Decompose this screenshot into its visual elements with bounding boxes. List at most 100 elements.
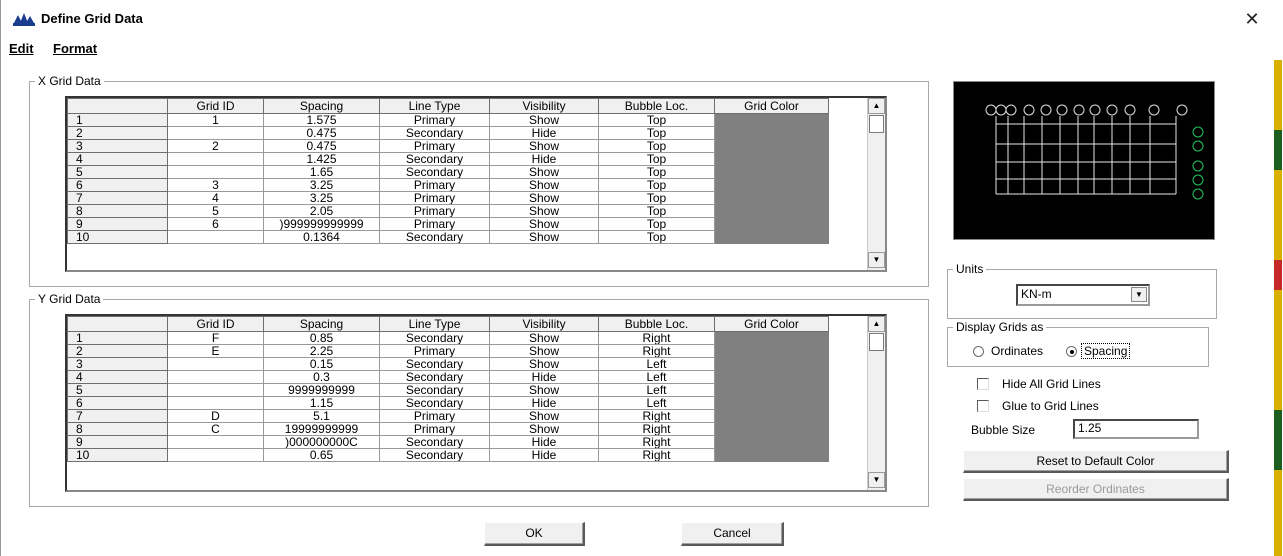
- grid-cell[interactable]: Left: [598, 357, 715, 371]
- grid-cell[interactable]: Secondary: [379, 357, 490, 371]
- column-header[interactable]: Grid Color: [714, 98, 829, 114]
- grid-cell[interactable]: Top: [598, 113, 715, 127]
- grid-cell[interactable]: Secondary: [379, 370, 490, 384]
- grid-color-cell[interactable]: [714, 435, 829, 449]
- grid-cell[interactable]: 0.15: [263, 357, 380, 371]
- grid-cell[interactable]: Show: [489, 331, 599, 345]
- table-row[interactable]: 8 C 19999999999 Primary Show Right: [67, 422, 829, 436]
- grid-color-cell[interactable]: [714, 409, 829, 423]
- grid-color-cell[interactable]: [714, 126, 829, 140]
- grid-color-cell[interactable]: [714, 113, 829, 127]
- ok-button[interactable]: OK: [484, 522, 585, 546]
- grid-cell[interactable]: 19999999999: [263, 422, 380, 436]
- scroll-thumb[interactable]: [869, 333, 884, 351]
- table-row[interactable]: 7 D 5.1 Primary Show Right: [67, 409, 829, 423]
- grid-cell[interactable]: Secondary: [379, 448, 490, 462]
- grid-cell[interactable]: Secondary: [379, 230, 490, 244]
- table-row[interactable]: 10 0.65 Secondary Hide Right: [67, 448, 829, 462]
- grid-cell[interactable]: Secondary: [379, 126, 490, 140]
- grid-cell[interactable]: Top: [598, 204, 715, 218]
- grid-cell[interactable]: 5.1: [263, 409, 380, 423]
- grid-color-cell[interactable]: [714, 344, 829, 358]
- grid-cell[interactable]: D: [167, 409, 264, 423]
- grid-cell[interactable]: Show: [489, 191, 599, 205]
- column-header[interactable]: Spacing: [263, 98, 380, 114]
- grid-color-cell[interactable]: [714, 165, 829, 179]
- grid-cell[interactable]: Right: [598, 344, 715, 358]
- grid-cell[interactable]: 1.425: [263, 152, 380, 166]
- table-row[interactable]: 8 5 2.05 Primary Show Top: [67, 204, 829, 218]
- grid-cell[interactable]: [167, 370, 264, 384]
- grid-cell[interactable]: [167, 383, 264, 397]
- grid-cell[interactable]: Secondary: [379, 331, 490, 345]
- grid-cell[interactable]: Hide: [489, 126, 599, 140]
- grid-cell[interactable]: Top: [598, 165, 715, 179]
- grid-cell[interactable]: Primary: [379, 204, 490, 218]
- column-header[interactable]: [67, 98, 168, 114]
- spacing-label[interactable]: Spacing: [1081, 343, 1131, 359]
- grid-color-cell[interactable]: [714, 448, 829, 462]
- grid-cell[interactable]: Secondary: [379, 165, 490, 179]
- table-row[interactable]: 3 2 0.475 Primary Show Top: [67, 139, 829, 153]
- grid-cell[interactable]: 3.25: [263, 191, 380, 205]
- grid-color-cell[interactable]: [714, 370, 829, 384]
- grid-cell[interactable]: [167, 230, 264, 244]
- grid-cell[interactable]: Primary: [379, 344, 490, 358]
- grid-cell[interactable]: )000000000C: [263, 435, 380, 449]
- table-row[interactable]: 5 9999999999 Secondary Show Left: [67, 383, 829, 397]
- grid-cell[interactable]: 3.25: [263, 178, 380, 192]
- table-row[interactable]: 9)000000000C Secondary Hide Right: [67, 435, 829, 449]
- grid-cell[interactable]: 3: [167, 178, 264, 192]
- grid-color-cell[interactable]: [714, 422, 829, 436]
- grid-cell[interactable]: [167, 126, 264, 140]
- units-select[interactable]: KN-m ▼: [1016, 284, 1150, 306]
- grid-cell[interactable]: Left: [598, 396, 715, 410]
- grid-cell[interactable]: Hide: [489, 370, 599, 384]
- grid-cell[interactable]: [167, 435, 264, 449]
- grid-cell[interactable]: Left: [598, 383, 715, 397]
- grid-cell[interactable]: Secondary: [379, 152, 490, 166]
- reorder-ordinates-button[interactable]: Reorder Ordinates: [963, 478, 1229, 501]
- grid-cell[interactable]: F: [167, 331, 264, 345]
- grid-cell[interactable]: Hide: [489, 152, 599, 166]
- grid-cell[interactable]: Right: [598, 409, 715, 423]
- grid-color-cell[interactable]: [714, 217, 829, 231]
- grid-cell[interactable]: )999999999999: [263, 217, 380, 231]
- column-header[interactable]: Grid ID: [167, 98, 264, 114]
- grid-cell[interactable]: Top: [598, 178, 715, 192]
- grid-cell[interactable]: 2: [167, 139, 264, 153]
- grid-cell[interactable]: 2.05: [263, 204, 380, 218]
- grid-cell[interactable]: Primary: [379, 139, 490, 153]
- table-row[interactable]: 1 1 1.575 Primary Show Top: [67, 113, 829, 127]
- grid-cell[interactable]: Top: [598, 230, 715, 244]
- x-grid-scrollbar[interactable]: ▲ ▼: [867, 98, 885, 270]
- table-row[interactable]: 2 0.475 Secondary Hide Top: [67, 126, 829, 140]
- table-row[interactable]: 1 F 0.85 Secondary Show Right: [67, 331, 829, 345]
- grid-cell[interactable]: [167, 448, 264, 462]
- grid-cell[interactable]: Hide: [489, 435, 599, 449]
- hide-all-grid-lines-label[interactable]: Hide All Grid Lines: [1002, 377, 1101, 391]
- grid-cell[interactable]: E: [167, 344, 264, 358]
- grid-cell[interactable]: 1.15: [263, 396, 380, 410]
- grid-cell[interactable]: Secondary: [379, 383, 490, 397]
- grid-cell[interactable]: Show: [489, 139, 599, 153]
- grid-cell[interactable]: Show: [489, 357, 599, 371]
- grid-cell[interactable]: [167, 165, 264, 179]
- grid-cell[interactable]: Show: [489, 344, 599, 358]
- grid-cell[interactable]: Primary: [379, 191, 490, 205]
- grid-cell[interactable]: Show: [489, 230, 599, 244]
- column-header[interactable]: Grid ID: [167, 316, 264, 332]
- grid-cell[interactable]: Show: [489, 113, 599, 127]
- grid-color-cell[interactable]: [714, 383, 829, 397]
- grid-cell[interactable]: Primary: [379, 409, 490, 423]
- grid-cell[interactable]: [167, 357, 264, 371]
- grid-cell[interactable]: 0.475: [263, 139, 380, 153]
- column-header[interactable]: Visibility: [489, 98, 599, 114]
- grid-cell[interactable]: Top: [598, 152, 715, 166]
- table-row[interactable]: 6 3 3.25 Primary Show Top: [67, 178, 829, 192]
- close-button[interactable]: ✕: [1239, 8, 1265, 30]
- scroll-up-icon[interactable]: ▲: [868, 316, 885, 332]
- grid-color-cell[interactable]: [714, 331, 829, 345]
- grid-color-cell[interactable]: [714, 191, 829, 205]
- menu-format[interactable]: Format: [53, 41, 97, 56]
